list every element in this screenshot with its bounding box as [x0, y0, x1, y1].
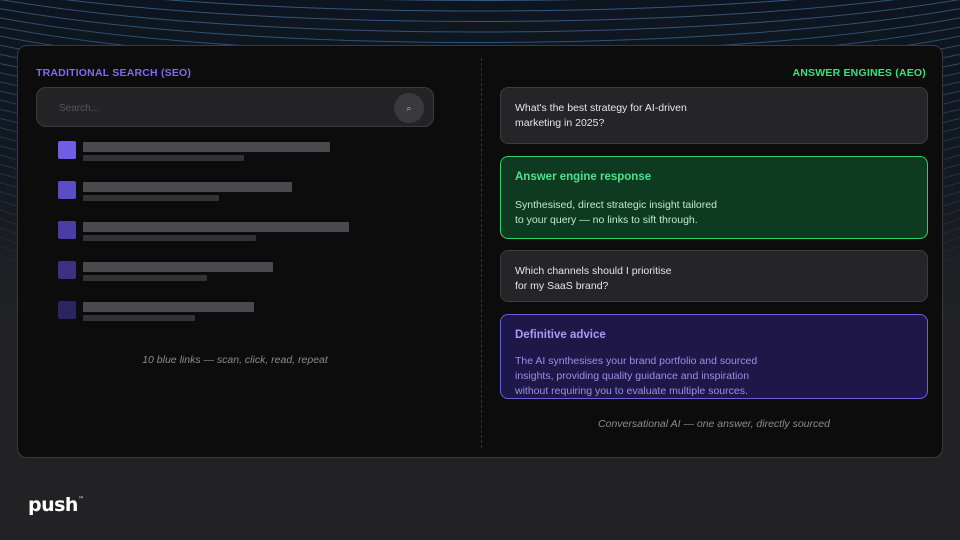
search-input[interactable] — [59, 100, 359, 116]
search-bar: ⌕ — [36, 87, 434, 127]
result-title-line — [83, 182, 292, 192]
definitive-advice-card: Definitive advice The AI synthesises you… — [500, 314, 928, 399]
result-snippet-line — [83, 315, 195, 321]
aeo-label: ANSWER ENGINES (AEO) — [792, 67, 926, 79]
advice-title: Definitive advice — [515, 329, 606, 341]
wave-line — [164, 0, 796, 12]
answer-response-card: Answer engine response Synthesised, dire… — [500, 156, 928, 239]
aeo-caption: Conversational AI — one answer, directly… — [598, 418, 830, 430]
result-snippet-line — [83, 195, 219, 201]
query-card-1: What's the best strategy for AI-driven m… — [500, 87, 928, 144]
answer-response-body: Synthesised, direct strategic insight ta… — [515, 199, 717, 226]
search-icon[interactable]: ⌕ — [394, 93, 424, 123]
advice-body: The AI synthesises your brand portfolio … — [515, 355, 758, 397]
comparison-panel: TRADITIONAL SEARCH (SEO) ANSWER ENGINES … — [17, 45, 943, 458]
query-text: Which channels should I prioritise for m… — [515, 265, 672, 292]
result-title-line — [83, 262, 273, 272]
query-text: What's the best strategy for AI-driven m… — [515, 102, 687, 129]
result-thumbnail — [58, 261, 76, 279]
result-thumbnail — [58, 221, 76, 239]
result-title-line — [83, 222, 349, 232]
seo-label: TRADITIONAL SEARCH (SEO) — [36, 67, 192, 79]
seo-caption: 10 blue links — scan, click, read, repea… — [142, 354, 328, 366]
result-thumbnail — [58, 301, 76, 319]
result-title-line — [83, 302, 254, 312]
query-card-2: Which channels should I prioritise for m… — [500, 250, 928, 302]
wave-line — [382, 0, 578, 1]
result-snippet-line — [83, 235, 256, 241]
answer-response-title: Answer engine response — [515, 171, 652, 183]
trademark-mark: ™ — [77, 496, 84, 503]
result-thumbnail — [58, 181, 76, 199]
logo-text: push — [28, 494, 78, 516]
result-snippet-line — [83, 155, 244, 161]
panel-divider — [481, 58, 482, 448]
push-logo: push™ — [28, 494, 84, 516]
result-thumbnail — [58, 141, 76, 159]
result-title-line — [83, 142, 330, 152]
result-snippet-line — [83, 275, 207, 281]
